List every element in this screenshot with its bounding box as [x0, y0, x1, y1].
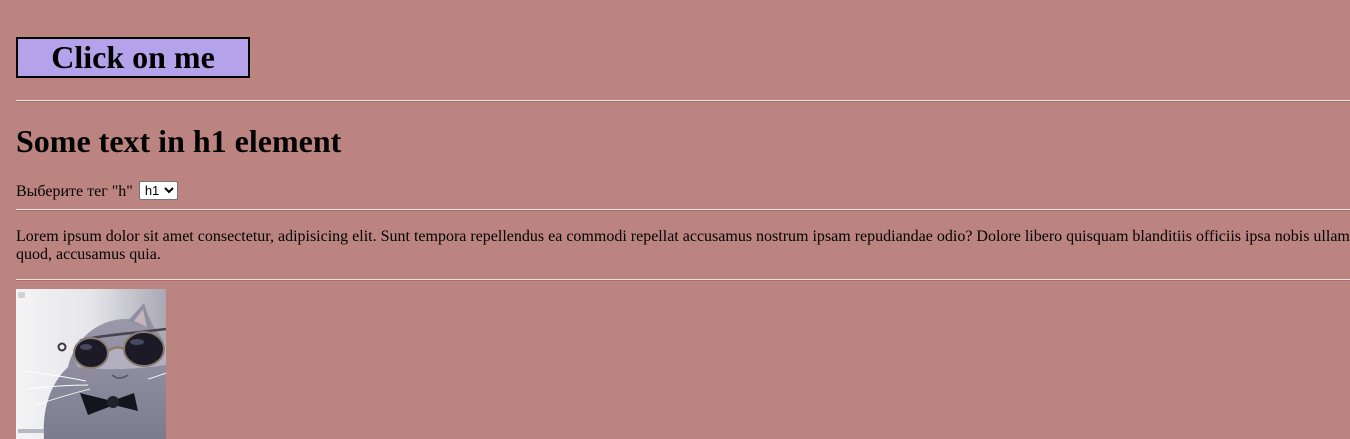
- divider: [16, 100, 1350, 102]
- divider: [16, 209, 1350, 211]
- page: Click on me Some text in h1 element Выбе…: [0, 0, 1350, 439]
- lorem-line-1: Lorem ipsum dolor sit amet consectetur, …: [16, 228, 1350, 245]
- lorem-paragraph: Lorem ipsum dolor sit amet consectetur, …: [16, 228, 1350, 264]
- tag-selector-label: Выберите тег "h": [16, 183, 133, 200]
- cat-image: [16, 289, 166, 439]
- lorem-line-2: quod, accusamus quia.: [16, 246, 161, 263]
- page-heading: Some text in h1 element: [16, 123, 342, 159]
- divider: [16, 279, 1350, 281]
- tag-selector-row: Выберите тег "h" h1: [16, 181, 178, 202]
- click-me-button[interactable]: Click on me: [16, 37, 250, 78]
- tag-select[interactable]: h1: [138, 181, 178, 200]
